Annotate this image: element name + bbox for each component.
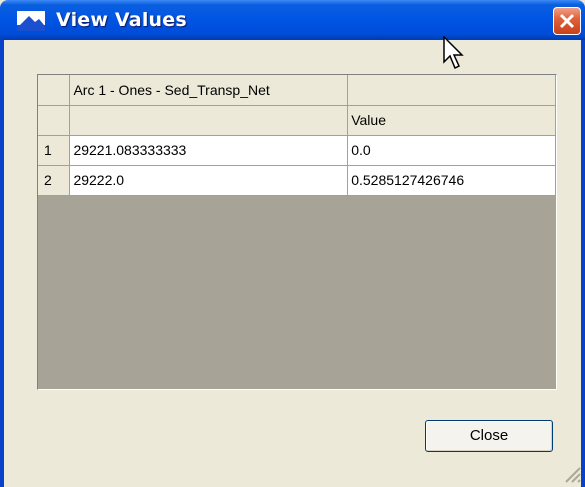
close-button[interactable]: Close xyxy=(425,420,553,452)
title-bar[interactable]: View Values xyxy=(0,0,585,40)
window-frame-right xyxy=(581,40,585,487)
window-title: View Values xyxy=(56,9,187,31)
mouse-cursor-icon xyxy=(443,36,464,70)
row-number[interactable]: 2 xyxy=(38,165,71,196)
time-column-header[interactable] xyxy=(69,105,349,136)
series-header[interactable]: Arc 1 - Ones - Sed_Transp_Net xyxy=(69,75,349,106)
corner-cell xyxy=(38,75,71,106)
values-table: Arc 1 - Ones - Sed_Transp_Net Value 1 29… xyxy=(38,75,556,196)
table-row[interactable]: 1 29221.083333333 0.0 xyxy=(38,135,556,166)
view-values-dialog: View Values Arc 1 - Ones - Sed_Transp_Ne… xyxy=(0,0,585,487)
time-cell[interactable]: 29221.083333333 xyxy=(69,135,349,166)
value-column-header[interactable]: Value xyxy=(347,105,556,136)
header-row-series: Arc 1 - Ones - Sed_Transp_Net xyxy=(38,75,556,106)
close-window-icon[interactable] xyxy=(553,7,581,35)
window-frame-left xyxy=(0,40,4,487)
row-number[interactable]: 1 xyxy=(38,135,71,166)
header-row-columns: Value xyxy=(38,105,556,136)
values-grid[interactable]: Arc 1 - Ones - Sed_Transp_Net Value 1 29… xyxy=(37,74,557,390)
series-header-blank[interactable] xyxy=(347,75,556,106)
value-cell[interactable]: 0.0 xyxy=(347,135,556,166)
value-cell[interactable]: 0.5285127426746 xyxy=(347,165,556,196)
window-app-icon xyxy=(17,11,45,31)
resize-grip-icon[interactable] xyxy=(560,462,582,484)
time-cell[interactable]: 29222.0 xyxy=(69,165,349,196)
corner-cell xyxy=(38,105,71,136)
table-row[interactable]: 2 29222.0 0.5285127426746 xyxy=(38,165,556,196)
